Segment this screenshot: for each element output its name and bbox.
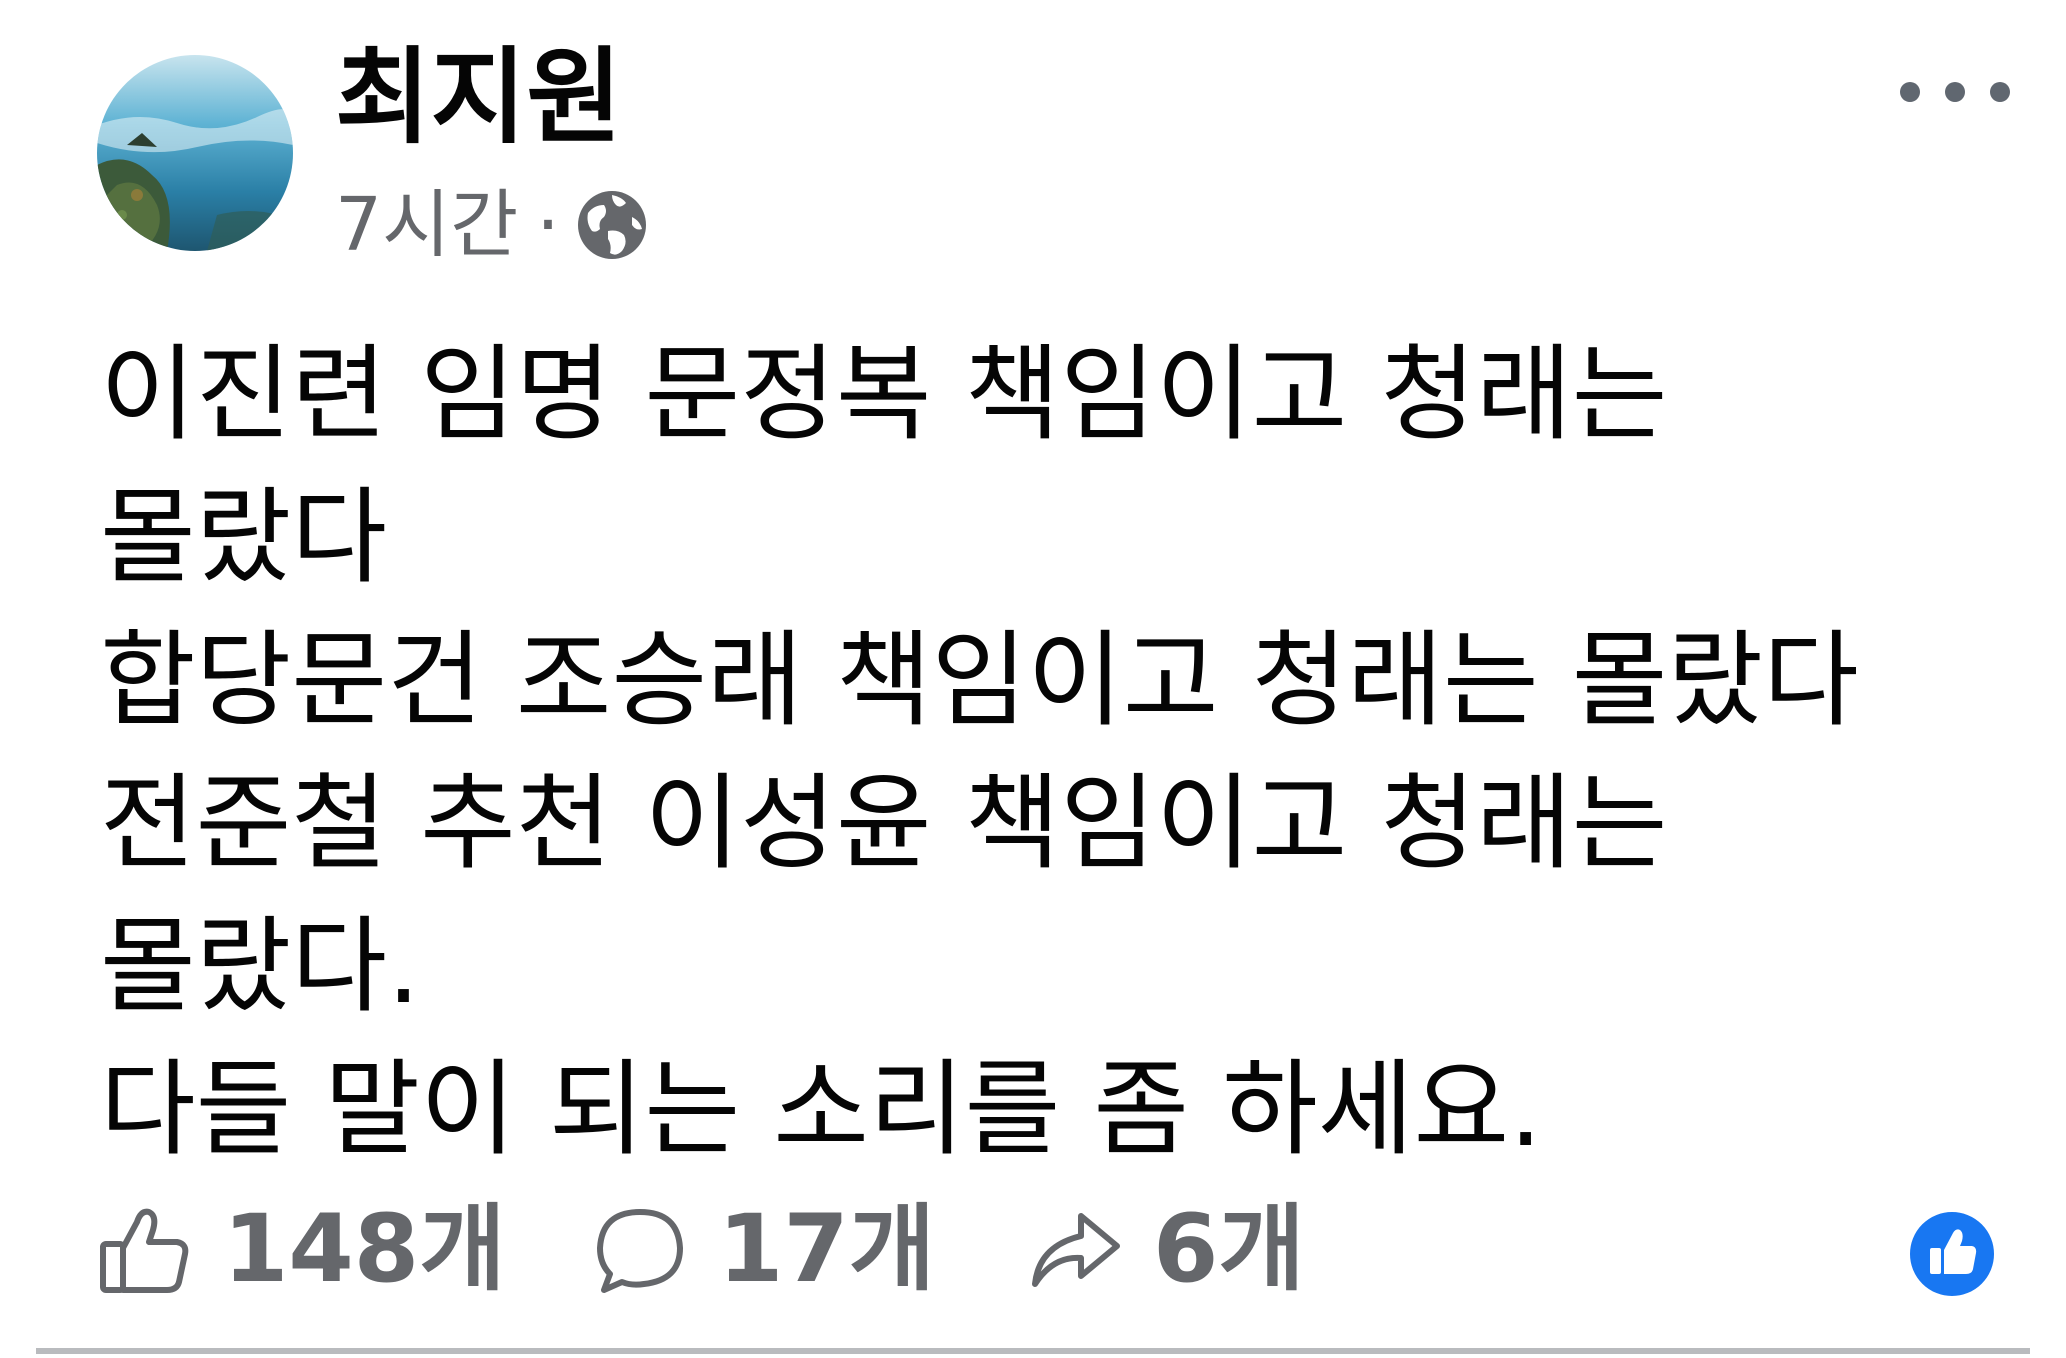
post-meta: 7시간 · <box>335 185 650 265</box>
post-body-line: 다들 말이 되는 소리를 좀 하세요. <box>100 1048 1543 1170</box>
share-count: 6개 <box>1153 1195 1305 1304</box>
post-body-line: 합당문건 조승래 책임이고 청래는 몰랐다 <box>100 619 1859 741</box>
like-button[interactable]: 148개 <box>97 1190 506 1310</box>
thumbs-up-icon <box>97 1202 193 1298</box>
meta-separator: · <box>536 182 560 268</box>
post-timestamp[interactable]: 7시간 <box>335 188 518 262</box>
like-reaction-icon <box>1924 1224 1980 1284</box>
comment-bubble-icon <box>592 1202 688 1298</box>
avatar-image <box>97 55 293 251</box>
globe-icon[interactable] <box>574 187 650 263</box>
more-options-dot <box>1990 82 2010 102</box>
more-options-button[interactable] <box>1900 62 2010 122</box>
more-options-dot <box>1945 82 1965 102</box>
post-body-line: 몰랐다 <box>100 476 388 598</box>
facebook-post: 최지원 7시간 · 이진련 임명 문정복 책임이고 청래는 몰랐다 합당문건 조… <box>0 0 2066 1358</box>
post-body: 이진련 임명 문정복 책임이고 청래는 몰랐다 합당문건 조승래 책임이고 청래… <box>100 323 2000 1181</box>
post-actions-bar: 148개 17개 6개 <box>97 1190 1997 1310</box>
author-avatar[interactable] <box>97 55 293 251</box>
like-count: 148개 <box>223 1195 506 1304</box>
more-options-icon <box>1900 82 1920 102</box>
author-name[interactable]: 최지원 <box>335 37 622 158</box>
post-divider <box>36 1348 2030 1354</box>
comment-count: 17개 <box>718 1195 936 1304</box>
post-body-line: 이진련 임명 문정복 책임이고 청래는 <box>100 333 1668 455</box>
share-button[interactable]: 6개 <box>1027 1190 1305 1310</box>
like-reaction-badge[interactable] <box>1904 1206 2000 1302</box>
share-arrow-icon <box>1027 1202 1123 1298</box>
comment-button[interactable]: 17개 <box>592 1190 935 1310</box>
post-body-line: 전준철 추천 이성윤 책임이고 청래는 <box>100 762 1668 884</box>
post-body-line: 몰랐다. <box>100 905 421 1027</box>
